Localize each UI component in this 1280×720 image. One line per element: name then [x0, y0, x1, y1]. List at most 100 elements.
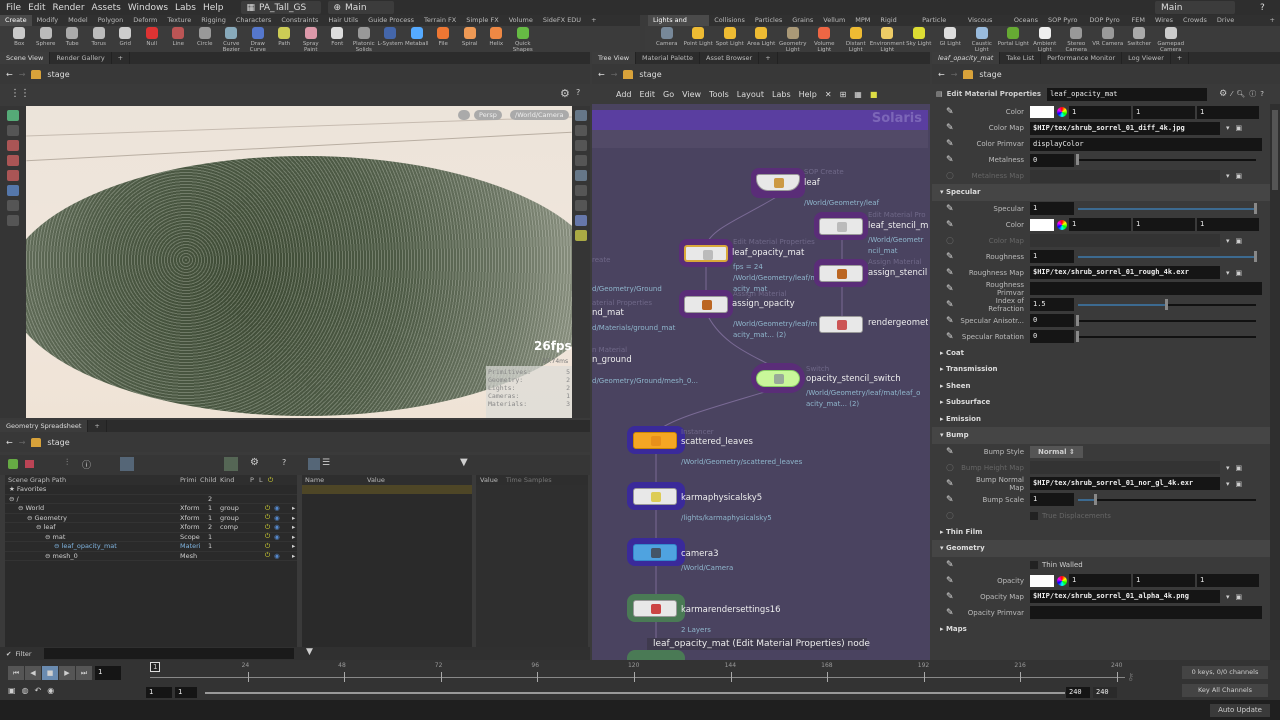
sliders-icon[interactable]: ⫶ — [66, 458, 68, 468]
scene-graph-row[interactable]: ⊖ leaf_opacity_mat Materi 1 ⏻ ▸ — [5, 542, 297, 552]
col-prim-type[interactable]: Primi — [180, 476, 200, 484]
right-context-selector[interactable]: Main — [1155, 1, 1235, 14]
tab-scene-view[interactable]: Scene View — [0, 52, 51, 64]
shelf-tool-spiral[interactable]: Spiral — [457, 26, 484, 47]
3d-viewport[interactable]: Persp /World/Camera 26fps 37.74ms Primit… — [26, 106, 572, 418]
shelf-tab-vellum[interactable]: Vellum — [818, 15, 850, 26]
shelf-tool-volume-light[interactable]: Volume Light — [809, 26, 841, 53]
auto-update-menu[interactable]: Auto Update — [1210, 704, 1270, 717]
shelf-tab-oceans[interactable]: Oceans — [1009, 15, 1043, 26]
menu-help[interactable]: Help — [799, 90, 817, 99]
shelf-tool-l-system[interactable]: L-System — [377, 26, 404, 47]
color-component-field[interactable]: 1 — [1069, 574, 1131, 587]
shelf-tab-polygon[interactable]: Polygon — [93, 15, 129, 26]
select-arrow-icon[interactable]: ▸ — [292, 504, 295, 512]
tab-asset-browser[interactable]: Asset Browser — [700, 52, 760, 64]
lock-icon[interactable] — [7, 125, 19, 136]
menu-windows[interactable]: Windows — [128, 3, 168, 13]
display-options-icon[interactable] — [575, 110, 587, 121]
render-region-icon[interactable] — [575, 200, 587, 211]
shelf-tool-spray-paint[interactable]: Spray Paint — [298, 26, 325, 53]
shelf-tab-grains[interactable]: Grains — [787, 15, 818, 26]
menu-labs[interactable]: Labs — [175, 3, 196, 13]
node-assign-opacity[interactable] — [684, 296, 728, 313]
playhead-frame[interactable]: 1 — [150, 662, 161, 672]
number-field[interactable]: 1.5 — [1030, 298, 1074, 311]
camera-lock-icon[interactable] — [458, 110, 470, 120]
node-leaf-stencil-mat[interactable] — [819, 218, 863, 235]
section-coat[interactable]: ▸ Coat — [932, 345, 1270, 362]
pencil-icon[interactable]: ✎ — [946, 268, 960, 278]
view-tool-icon[interactable] — [7, 215, 19, 226]
color-component-field[interactable]: 1 — [1133, 218, 1195, 231]
shelf-tab-characters[interactable]: Characters — [231, 15, 276, 26]
shelf-tab-sop-pyro-fx[interactable]: SOP Pyro FX — [1043, 15, 1084, 35]
shelf-tab-viscous-fluids[interactable]: Viscous Fluids — [963, 15, 1009, 35]
visibility-icon[interactable]: ◉ — [274, 552, 286, 560]
shelf-tool-circle[interactable]: Circle — [192, 26, 219, 47]
tab-geometry-spreadsheet[interactable]: Geometry Spreadsheet — [0, 420, 89, 432]
gear-icon[interactable]: ⚙ — [1219, 89, 1227, 99]
dropdown-arrow-icon[interactable]: ▾ — [1226, 464, 1230, 472]
color-component-field[interactable]: 1 — [1133, 105, 1195, 119]
shelf-tool-grid[interactable]: Grid — [112, 26, 139, 47]
filter-icon[interactable] — [25, 460, 34, 468]
shelf-tab-fem[interactable]: FEM — [1127, 15, 1150, 26]
text-field[interactable] — [1030, 606, 1262, 619]
playback-end-field[interactable]: 240 — [1066, 687, 1090, 698]
bump-style-menu[interactable]: Normal ⇕ — [1030, 445, 1083, 458]
shelf-tool-line[interactable]: Line — [165, 26, 192, 47]
audio-icon[interactable]: ◍ — [22, 686, 29, 695]
menu-help[interactable]: Help — [203, 3, 224, 13]
menu-go[interactable]: Go — [663, 90, 674, 99]
range-start-field[interactable]: 1 — [146, 687, 172, 698]
color-swatch[interactable] — [1030, 574, 1054, 587]
color-wheel-icon[interactable] — [1057, 107, 1067, 117]
menu-render[interactable]: Render — [53, 3, 85, 13]
pose-tool-icon[interactable] — [7, 200, 19, 211]
pencil-icon[interactable]: ✎ — [946, 123, 960, 133]
activate-icon[interactable]: ⏻ — [265, 542, 274, 551]
light-icon[interactable] — [575, 140, 587, 151]
value-slider[interactable] — [1078, 250, 1257, 262]
record-icon[interactable]: ◉ — [47, 686, 54, 695]
shelf-tab-particle-fluids[interactable]: Particle Fluids — [917, 15, 963, 35]
pencil-icon[interactable]: ✎ — [946, 155, 960, 165]
number-field[interactable]: 0 — [1030, 153, 1074, 167]
info-icon[interactable]: ⓘ — [1249, 89, 1256, 99]
value-slider[interactable] — [1078, 202, 1257, 214]
handle-tool-icon[interactable] — [7, 185, 19, 196]
path-label[interactable]: stage — [979, 70, 1001, 79]
shelf-tool-helix[interactable]: Helix — [483, 26, 510, 47]
color-swatch[interactable] — [1030, 106, 1054, 118]
add-shelf-button[interactable]: + — [1265, 15, 1280, 26]
back-arrow-icon[interactable]: ← — [6, 438, 13, 447]
value-slider[interactable] — [1076, 154, 1256, 165]
shelf-tool-distant-light[interactable]: Distant Light — [840, 26, 872, 53]
select-arrow-icon[interactable]: ▸ — [292, 523, 295, 531]
color-wheel-icon[interactable] — [1057, 575, 1067, 586]
shelf-tab-collisions[interactable]: Collisions — [709, 15, 750, 26]
play-button[interactable]: ▶ — [59, 666, 75, 680]
section-subsurface[interactable]: ▸ Subsurface — [932, 394, 1270, 411]
shelf-tool-curve-bezier[interactable]: Curve Bezier — [218, 26, 245, 53]
node-graph[interactable]: SOP Create leaf /World/Geometry/leaf Edi… — [592, 148, 928, 660]
shelf-tab-modify[interactable]: Modify — [32, 15, 64, 26]
file-browse-icon[interactable]: ▣ — [1236, 124, 1243, 132]
shelf-tool-gamepad-camera[interactable]: Gamepad Camera — [1155, 26, 1187, 53]
shelf-tab-hair-utils[interactable]: Hair Utils — [323, 15, 363, 26]
tab-parameters[interactable]: leaf_opacity_mat — [932, 52, 1001, 64]
forward-arrow-icon[interactable]: → — [611, 70, 618, 79]
snapshot-icon[interactable] — [575, 215, 587, 226]
add-tab-button[interactable]: + — [112, 52, 131, 64]
file-browse-icon[interactable]: ▣ — [1236, 464, 1243, 472]
shelf-tab-constraints[interactable]: Constraints — [276, 15, 323, 26]
file-browse-icon[interactable]: ▣ — [1236, 237, 1243, 245]
shelf-tool-tube[interactable]: Tube — [59, 26, 86, 47]
visibility-icon[interactable]: ◉ — [274, 514, 286, 522]
pencil-icon[interactable]: ✎ — [946, 608, 960, 618]
section-specular[interactable]: ▾ Specular — [932, 184, 1270, 201]
file-browse-icon[interactable]: ▣ — [1236, 172, 1243, 180]
menu-tools[interactable]: Tools — [709, 90, 729, 99]
menu-file[interactable]: File — [6, 3, 21, 13]
